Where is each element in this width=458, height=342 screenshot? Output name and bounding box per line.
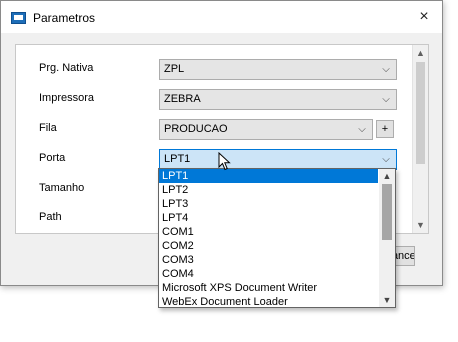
dropdown-scrollbar[interactable]: ▲ ▼: [379, 169, 395, 307]
prg-nativa-value: ZPL: [164, 63, 185, 75]
add-fila-button[interactable]: +: [376, 120, 394, 138]
tamanho-label: Tamanho: [39, 182, 85, 194]
mouse-cursor-icon: [218, 152, 231, 171]
fila-value: PRODUCAO: [164, 123, 228, 135]
option-com3[interactable]: COM3: [159, 253, 378, 267]
fila-select[interactable]: PRODUCAO ⌵: [159, 119, 373, 140]
prg-nativa-select[interactable]: ZPL ⌵: [159, 59, 397, 80]
scroll-thumb[interactable]: [416, 62, 425, 164]
scroll-up-icon[interactable]: ▲: [413, 45, 428, 61]
title-bar: Parametros ×: [1, 1, 442, 33]
porta-value: LPT1: [164, 153, 191, 165]
option-lpt2[interactable]: LPT2: [159, 183, 378, 197]
pane-scrollbar[interactable]: ▲ ▼: [412, 45, 428, 233]
scroll-down-icon[interactable]: ▼: [413, 217, 428, 233]
app-window-icon: [11, 12, 26, 24]
chevron-down-icon: ⌵: [382, 64, 390, 75]
dropdown-scroll-thumb[interactable]: [382, 184, 392, 240]
fila-label: Fila: [39, 122, 57, 134]
option-com4[interactable]: COM4: [159, 267, 378, 281]
option-webex-loader[interactable]: WebEx Document Loader: [159, 295, 378, 307]
close-button[interactable]: ×: [408, 3, 440, 31]
impressora-select[interactable]: ZEBRA ⌵: [159, 89, 397, 110]
chevron-down-icon: ⌵: [382, 94, 390, 105]
chevron-down-icon: ⌵: [358, 124, 366, 135]
option-com2[interactable]: COM2: [159, 239, 378, 253]
porta-label: Porta: [39, 152, 66, 164]
prg-nativa-label: Prg. Nativa: [39, 62, 94, 74]
path-label: Path: [39, 211, 62, 223]
window-title: Parametros: [33, 11, 96, 25]
scroll-up-icon[interactable]: ▲: [379, 169, 395, 183]
option-lpt1[interactable]: LPT1: [159, 169, 378, 183]
impressora-value: ZEBRA: [164, 93, 201, 105]
option-lpt4[interactable]: LPT4: [159, 211, 378, 225]
option-com1[interactable]: COM1: [159, 225, 378, 239]
chevron-down-icon: ⌵: [382, 154, 390, 165]
scroll-down-icon[interactable]: ▼: [379, 293, 395, 307]
option-xps-writer[interactable]: Microsoft XPS Document Writer: [159, 281, 378, 295]
close-icon: ×: [419, 8, 429, 25]
impressora-label: Impressora: [39, 92, 95, 104]
option-lpt3[interactable]: LPT3: [159, 197, 378, 211]
porta-select[interactable]: LPT1 ⌵: [159, 149, 397, 170]
porta-dropdown-list[interactable]: LPT1 LPT2 LPT3 LPT4 COM1 COM2 COM3 COM4 …: [158, 168, 396, 308]
